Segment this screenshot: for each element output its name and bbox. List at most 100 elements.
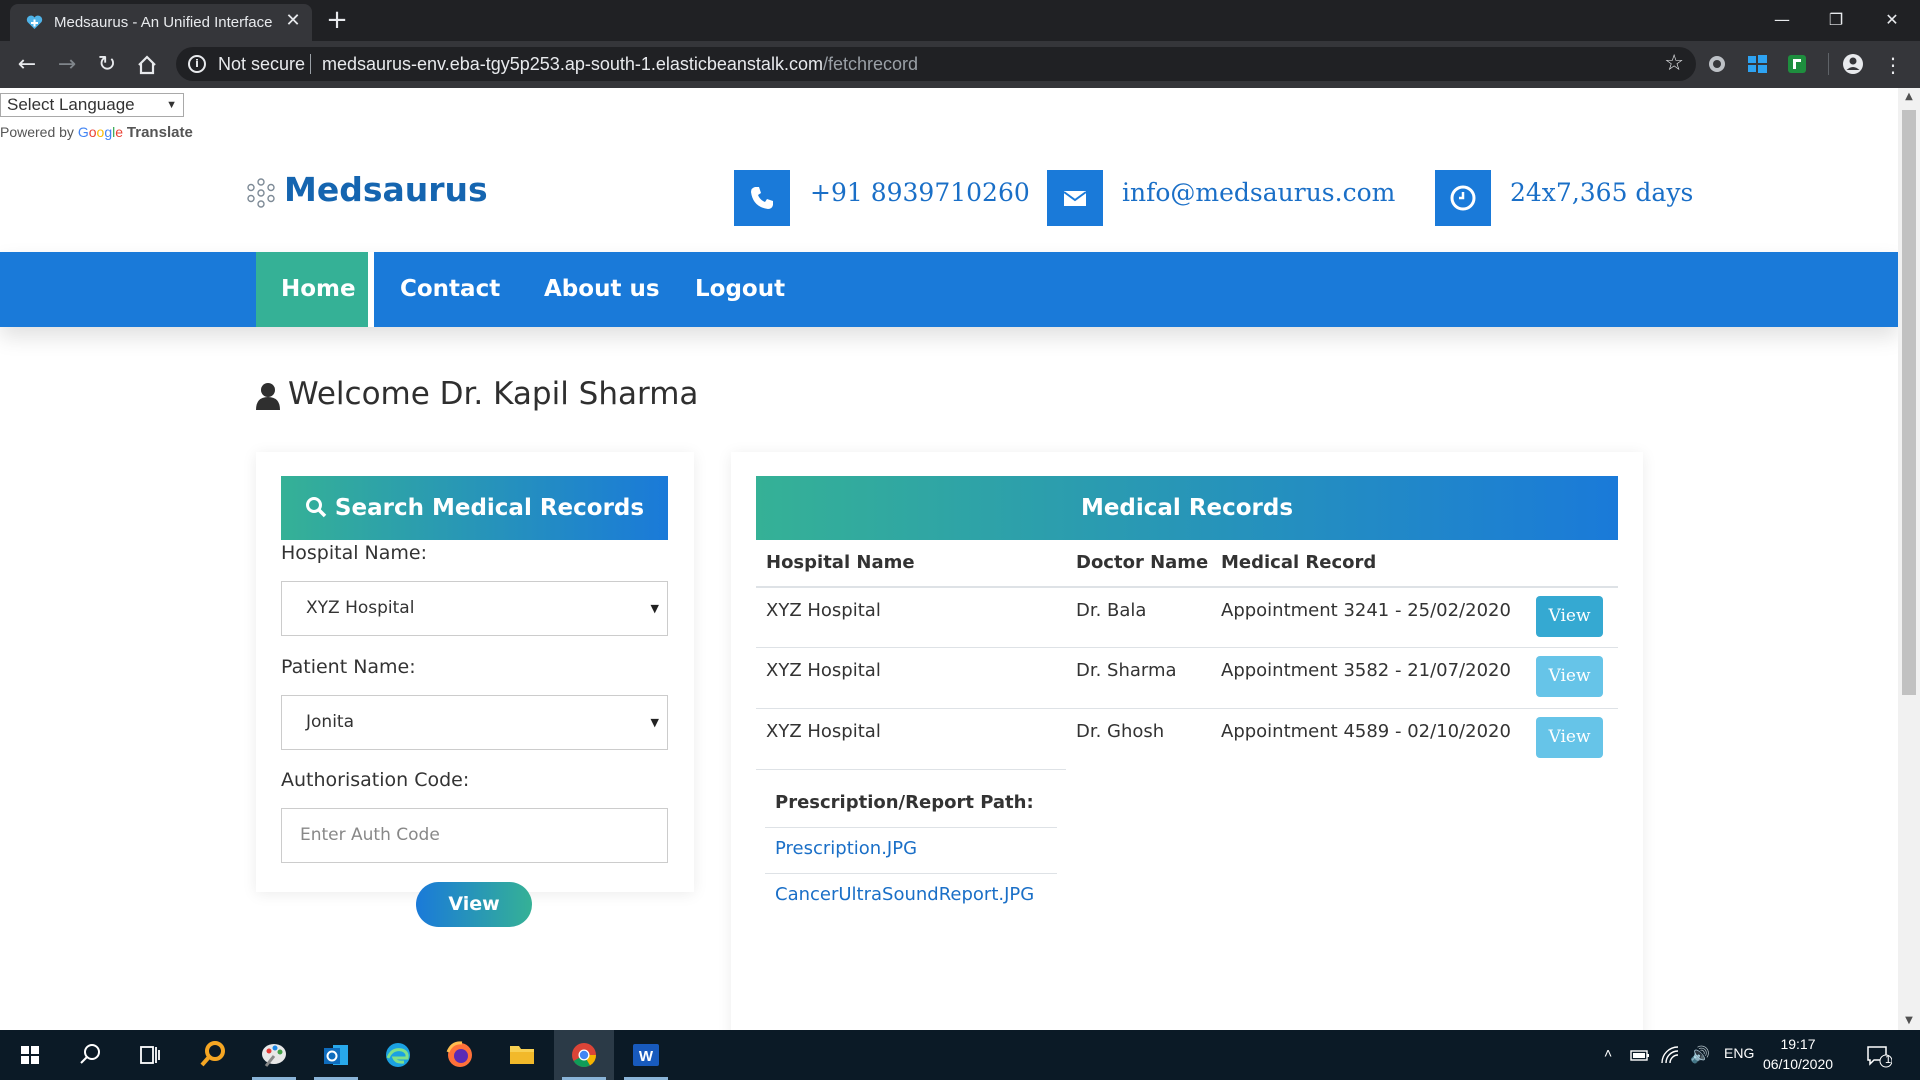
auth-code-input[interactable]: Enter Auth Code <box>281 808 668 863</box>
windows-start-icon[interactable] <box>0 1030 60 1080</box>
volume-icon[interactable]: 🔊 <box>1690 1045 1710 1065</box>
scroll-up-icon[interactable]: ▲ <box>1898 88 1920 106</box>
cell-hospital: XYZ Hospital <box>766 721 881 742</box>
search-card-header: Search Medical Records <box>281 476 668 540</box>
tab-close-icon[interactable]: ✕ <box>282 10 304 32</box>
search-view-button[interactable]: View <box>416 882 532 927</box>
back-icon[interactable]: ← <box>14 52 40 78</box>
edge-browser-icon[interactable] <box>368 1030 428 1080</box>
nav-item-contact[interactable]: Contact <box>400 276 500 302</box>
clock-time: 19:17 <box>1780 1036 1816 1052</box>
profile-avatar-icon[interactable] <box>1842 53 1864 75</box>
browser-tab-bar: Medsaurus - An Unified Interface ✕ + — ❐… <box>0 0 1920 41</box>
welcome-heading: Welcome Dr. Kapil Sharma <box>288 376 699 412</box>
address-bar[interactable]: i Not secure medsaurus-env.eba-tgy5p253.… <box>176 47 1696 81</box>
nav-item-about-us[interactable]: About us <box>544 276 660 302</box>
notification-count: 1 <box>1884 1054 1892 1066</box>
table-bottom-border <box>756 769 1066 770</box>
not-secure-label: Not secure <box>218 54 306 74</box>
nav-home-label[interactable]: Home <box>281 276 356 302</box>
patient-name-select[interactable]: Jonita ▼ <box>281 695 668 750</box>
select-language-dropdown[interactable]: Select Language ▼ <box>0 93 184 117</box>
url-path: /fetchrecord <box>822 54 918 74</box>
home-icon[interactable] <box>134 52 160 78</box>
phone-number[interactable]: +91 8939710260 <box>810 178 1030 207</box>
column-medical-record: Medical Record <box>1221 552 1377 573</box>
scroll-down-icon[interactable]: ▼ <box>1898 1012 1920 1030</box>
reload-icon[interactable]: ↻ <box>94 52 120 78</box>
powered-by-google-translate: Powered by Google Translate <box>0 124 193 141</box>
column-hospital-name: Hospital Name <box>766 552 915 573</box>
browser-menu-icon[interactable]: ⋮ <box>1880 52 1906 78</box>
prescription-file-link[interactable]: Prescription.JPG <box>775 838 917 859</box>
row-view-button[interactable]: View <box>1536 717 1603 758</box>
new-tab-button[interactable]: + <box>322 6 352 36</box>
user-icon <box>256 383 280 410</box>
tab-title: Medsaurus - An Unified Interface <box>54 14 273 31</box>
hospital-name-select[interactable]: XYZ Hospital ▼ <box>281 581 668 636</box>
main-navbar: Home Contact About us Logout <box>0 252 1898 327</box>
dropdown-arrow-icon: ▼ <box>166 99 177 111</box>
file-explorer-icon[interactable] <box>492 1030 552 1080</box>
clock-date: 06/10/2020 <box>1762 1056 1834 1072</box>
patient-name-label: Patient Name: <box>281 656 416 678</box>
patient-name-value: Jonita <box>306 712 354 732</box>
extension-windows-icon[interactable] <box>1746 53 1768 75</box>
browser-toolbar: ← → ↻ i Not secure medsaurus-env.eba-tgy… <box>0 41 1920 88</box>
windows-taskbar: W ˄ 🔊 ENG 19:17 06/10/2020 1 <box>0 1030 1920 1080</box>
taskbar-clock[interactable]: 19:17 06/10/2020 <box>1762 1034 1834 1074</box>
clock-icon <box>1450 185 1476 211</box>
chrome-icon[interactable] <box>554 1030 614 1080</box>
firefox-icon[interactable] <box>430 1030 490 1080</box>
cell-hospital: XYZ Hospital <box>766 600 881 621</box>
hospital-name-value: XYZ Hospital <box>306 598 415 618</box>
close-window-button[interactable]: ✕ <box>1864 0 1920 41</box>
table-row: XYZ Hospital Dr. Sharma Appointment 3582… <box>756 647 1618 708</box>
hospital-name-label: Hospital Name: <box>281 542 428 564</box>
row-view-button[interactable]: View <box>1536 656 1603 697</box>
cell-record: Appointment 3582 - 21/07/2020 <box>1221 660 1511 681</box>
logo-dots-icon <box>247 178 275 208</box>
row-view-button[interactable]: View <box>1536 596 1603 637</box>
minimize-button[interactable]: — <box>1754 0 1810 41</box>
chevron-down-icon: ▼ <box>650 716 659 729</box>
language-indicator[interactable]: ENG <box>1724 1045 1754 1061</box>
service-hours: 24x7,365 days <box>1510 178 1694 207</box>
powered-by-label: Powered by <box>0 124 74 140</box>
table-row: XYZ Hospital Dr. Ghosh Appointment 4589 … <box>756 708 1618 769</box>
wifi-icon[interactable] <box>1660 1045 1680 1065</box>
search-icon[interactable] <box>60 1030 120 1080</box>
cell-doctor: Dr. Sharma <box>1076 660 1177 681</box>
search-app-icon[interactable] <box>182 1030 242 1080</box>
report-file-link[interactable]: CancerUltraSoundReport.JPG <box>775 884 1034 905</box>
medsaurus-favicon-icon <box>26 15 43 29</box>
prescription-heading: Prescription/Report Path: <box>775 792 1034 813</box>
outlook-icon[interactable] <box>306 1030 366 1080</box>
prescription-divider <box>765 873 1057 874</box>
info-icon[interactable]: i <box>188 55 206 73</box>
task-view-icon[interactable] <box>120 1030 180 1080</box>
email-address[interactable]: info@medsaurus.com <box>1122 178 1395 207</box>
bookmark-star-icon[interactable]: ☆ <box>1664 51 1684 76</box>
cell-doctor: Dr. Ghosh <box>1076 721 1165 742</box>
web-page: Select Language ▼ Powered by Google Tran… <box>0 88 1898 1030</box>
toolbar-separator <box>1828 53 1829 75</box>
nav-item-logout[interactable]: Logout <box>695 276 785 302</box>
page-scrollbar[interactable]: ▲ ▼ <box>1898 88 1920 1030</box>
restore-button[interactable]: ❐ <box>1808 0 1864 41</box>
records-card-header: Medical Records <box>756 476 1618 540</box>
google-logo[interactable]: Google <box>78 124 123 140</box>
battery-icon[interactable] <box>1630 1047 1650 1063</box>
search-card-title: Search Medical Records <box>334 495 645 521</box>
email-icon-box <box>1047 170 1103 226</box>
forward-icon[interactable]: → <box>54 52 80 78</box>
paint-app-icon[interactable] <box>244 1030 304 1080</box>
browser-tab[interactable]: Medsaurus - An Unified Interface ✕ <box>10 4 312 41</box>
extension-record-icon[interactable] <box>1706 53 1728 75</box>
extension-green-icon[interactable] <box>1786 53 1808 75</box>
clock-icon-box <box>1435 170 1491 226</box>
word-icon[interactable]: W <box>616 1030 676 1080</box>
scroll-thumb[interactable] <box>1902 110 1916 695</box>
url-text[interactable]: medsaurus-env.eba-tgy5p253.ap-south-1.el… <box>322 54 918 75</box>
tray-chevron-up-icon[interactable]: ˄ <box>1604 1045 1612 1061</box>
